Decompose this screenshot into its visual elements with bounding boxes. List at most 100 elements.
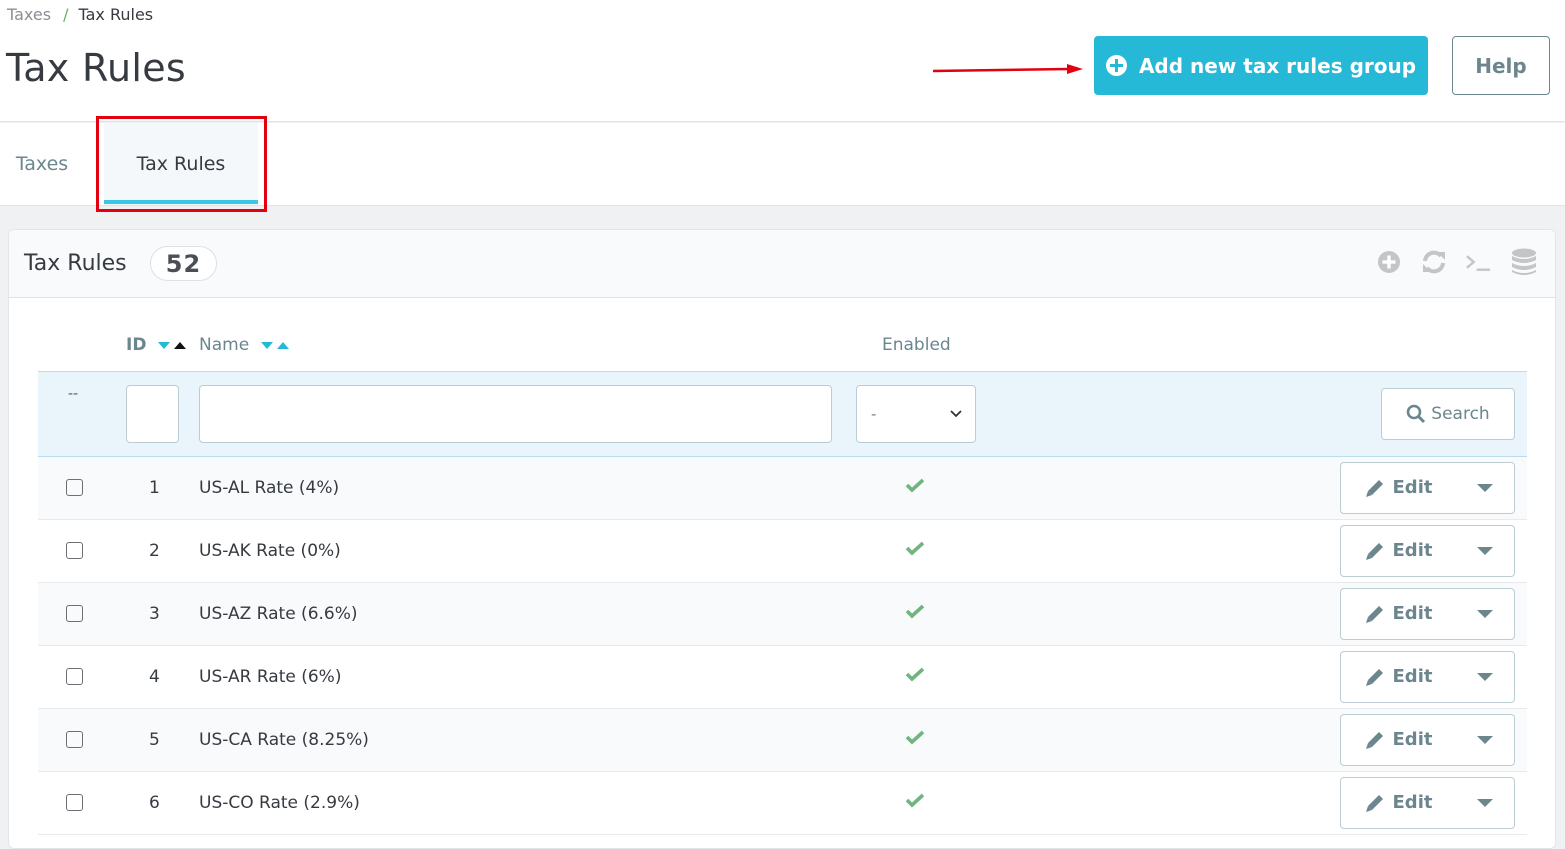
database-export-icon[interactable] [1510, 248, 1537, 275]
filter-row: -- - Search [38, 370, 1527, 457]
edit-button[interactable]: Edit [1341, 652, 1456, 702]
row-name: US-AL Rate (4%) [199, 456, 856, 520]
table-row[interactable]: 1 US-AL Rate (4%) Edit [38, 456, 1527, 520]
id-filter-input[interactable] [126, 384, 179, 443]
edit-button[interactable]: Edit [1341, 778, 1456, 828]
row-actions-dropdown-toggle[interactable] [1456, 715, 1514, 765]
row-checkbox[interactable] [66, 794, 83, 811]
panel-toolbar [1375, 248, 1537, 275]
active-tab-indicator [104, 200, 258, 204]
row-name: US-AZ Rate (6.6%) [199, 582, 856, 646]
row-checkbox[interactable] [66, 731, 83, 748]
pencil-icon [1365, 542, 1383, 560]
row-name: US-AR Rate (6%) [199, 645, 856, 709]
row-actions-dropdown-toggle[interactable] [1456, 463, 1514, 513]
sort-desc-icon[interactable] [157, 341, 170, 349]
sort-asc-icon[interactable] [173, 341, 186, 349]
tax-rules-panel: Tax Rules 5 2 ID Name Enabled -- - Search… [8, 229, 1556, 849]
breadcrumb-taxes-link[interactable]: Taxes [7, 5, 51, 24]
panel-title: Tax Rules [24, 251, 127, 276]
row-actions-group: Edit [1340, 461, 1515, 514]
sql-query-icon[interactable] [1465, 248, 1492, 275]
row-id: 3 [121, 582, 199, 646]
row-actions-group: Edit [1340, 713, 1515, 766]
breadcrumb-current: Tax Rules [78, 5, 154, 24]
breadcrumb-separator: / [63, 5, 69, 24]
enabled-check-icon[interactable] [905, 729, 925, 745]
row-actions-dropdown-toggle[interactable] [1456, 526, 1514, 576]
bulk-actions-placeholder: -- [68, 385, 79, 402]
search-button[interactable]: Search [1381, 387, 1515, 440]
table-row[interactable]: 6 US-CO Rate (2.9%) Edit [38, 771, 1527, 835]
edit-button[interactable]: Edit [1341, 463, 1456, 513]
pencil-icon [1365, 605, 1383, 623]
caret-down-icon [1477, 735, 1493, 744]
row-checkbox[interactable] [66, 542, 83, 559]
row-name: US-CA Rate (8.25%) [199, 708, 856, 772]
row-id: 5 [121, 708, 199, 772]
row-name: US-CO Rate (2.9%) [199, 771, 856, 835]
tax-rules-table: ID Name Enabled -- - Search 1 US-AL Rate… [38, 320, 1527, 835]
row-checkbox[interactable] [66, 605, 83, 622]
row-actions-dropdown-toggle[interactable] [1456, 589, 1514, 639]
edit-button[interactable]: Edit [1341, 715, 1456, 765]
page-title: Tax Rules [6, 46, 186, 90]
chevron-down-icon [950, 409, 962, 417]
breadcrumb: Taxes / Tax Rules [7, 5, 153, 25]
add-button-label: Add new tax rules group [1138, 53, 1417, 78]
tab-taxes-label: Taxes [15, 153, 69, 175]
row-actions-group: Edit [1340, 650, 1515, 703]
refresh-icon[interactable] [1420, 248, 1447, 275]
caret-down-icon [1477, 798, 1493, 807]
edit-label: Edit [1392, 666, 1433, 687]
add-new-tax-rules-group-button[interactable]: Add new tax rules group [1094, 36, 1428, 95]
column-header-id: ID [121, 320, 199, 371]
tab-taxes[interactable]: Taxes [0, 123, 84, 205]
edit-button[interactable]: Edit [1341, 526, 1456, 576]
sort-name-controls [260, 335, 293, 355]
column-header-enabled: Enabled [882, 335, 951, 356]
column-header-name: Name [199, 320, 856, 371]
caret-down-icon [1477, 483, 1493, 492]
row-actions-dropdown-toggle[interactable] [1456, 778, 1514, 828]
row-actions-dropdown-toggle[interactable] [1456, 652, 1514, 702]
sort-asc-icon[interactable] [276, 341, 289, 349]
edit-button[interactable]: Edit [1341, 589, 1456, 639]
page-header: Taxes / Tax Rules Tax Rules Add new tax ru… [0, 0, 1565, 122]
edit-label: Edit [1392, 729, 1433, 750]
caret-down-icon [1477, 546, 1493, 555]
enabled-check-icon[interactable] [905, 540, 925, 556]
annotation-arrow-icon [933, 64, 1083, 74]
enabled-check-icon[interactable] [905, 666, 925, 682]
row-checkbox[interactable] [66, 668, 83, 685]
enabled-check-icon[interactable] [905, 603, 925, 619]
enabled-check-icon[interactable] [905, 477, 925, 493]
caret-down-icon [1477, 609, 1493, 618]
help-button[interactable]: Help [1452, 36, 1550, 95]
sort-desc-icon[interactable] [260, 341, 273, 349]
tab-tax-rules-label: Tax Rules [136, 153, 226, 175]
table-row[interactable]: 5 US-CA Rate (8.25%) Edit [38, 708, 1527, 772]
enabled-check-icon[interactable] [905, 792, 925, 808]
tab-tax-rules[interactable]: Tax Rules [104, 123, 258, 205]
table-row[interactable]: 3 US-AZ Rate (6.6%) Edit [38, 582, 1527, 646]
name-filter-input[interactable] [199, 384, 832, 443]
pencil-icon [1365, 668, 1383, 686]
pencil-icon [1365, 731, 1383, 749]
table-row[interactable]: 4 US-AR Rate (6%) Edit [38, 645, 1527, 709]
row-checkbox[interactable] [66, 479, 83, 496]
search-icon [1406, 404, 1426, 423]
table-header-row: ID Name Enabled [38, 320, 1527, 371]
caret-down-icon [1477, 672, 1493, 681]
table-row[interactable]: 2 US-AK Rate (0%) Edit [38, 519, 1527, 583]
edit-label: Edit [1392, 477, 1433, 498]
enabled-filter-select[interactable]: - [856, 384, 976, 443]
edit-label: Edit [1392, 792, 1433, 813]
tabs-bar: Taxes Tax Rules [0, 123, 1565, 206]
row-actions-group: Edit [1340, 524, 1515, 577]
pencil-icon [1365, 479, 1383, 497]
add-icon[interactable] [1375, 248, 1402, 275]
row-id: 2 [121, 519, 199, 583]
row-actions-group: Edit [1340, 587, 1515, 640]
row-name: US-AK Rate (0%) [199, 519, 856, 583]
